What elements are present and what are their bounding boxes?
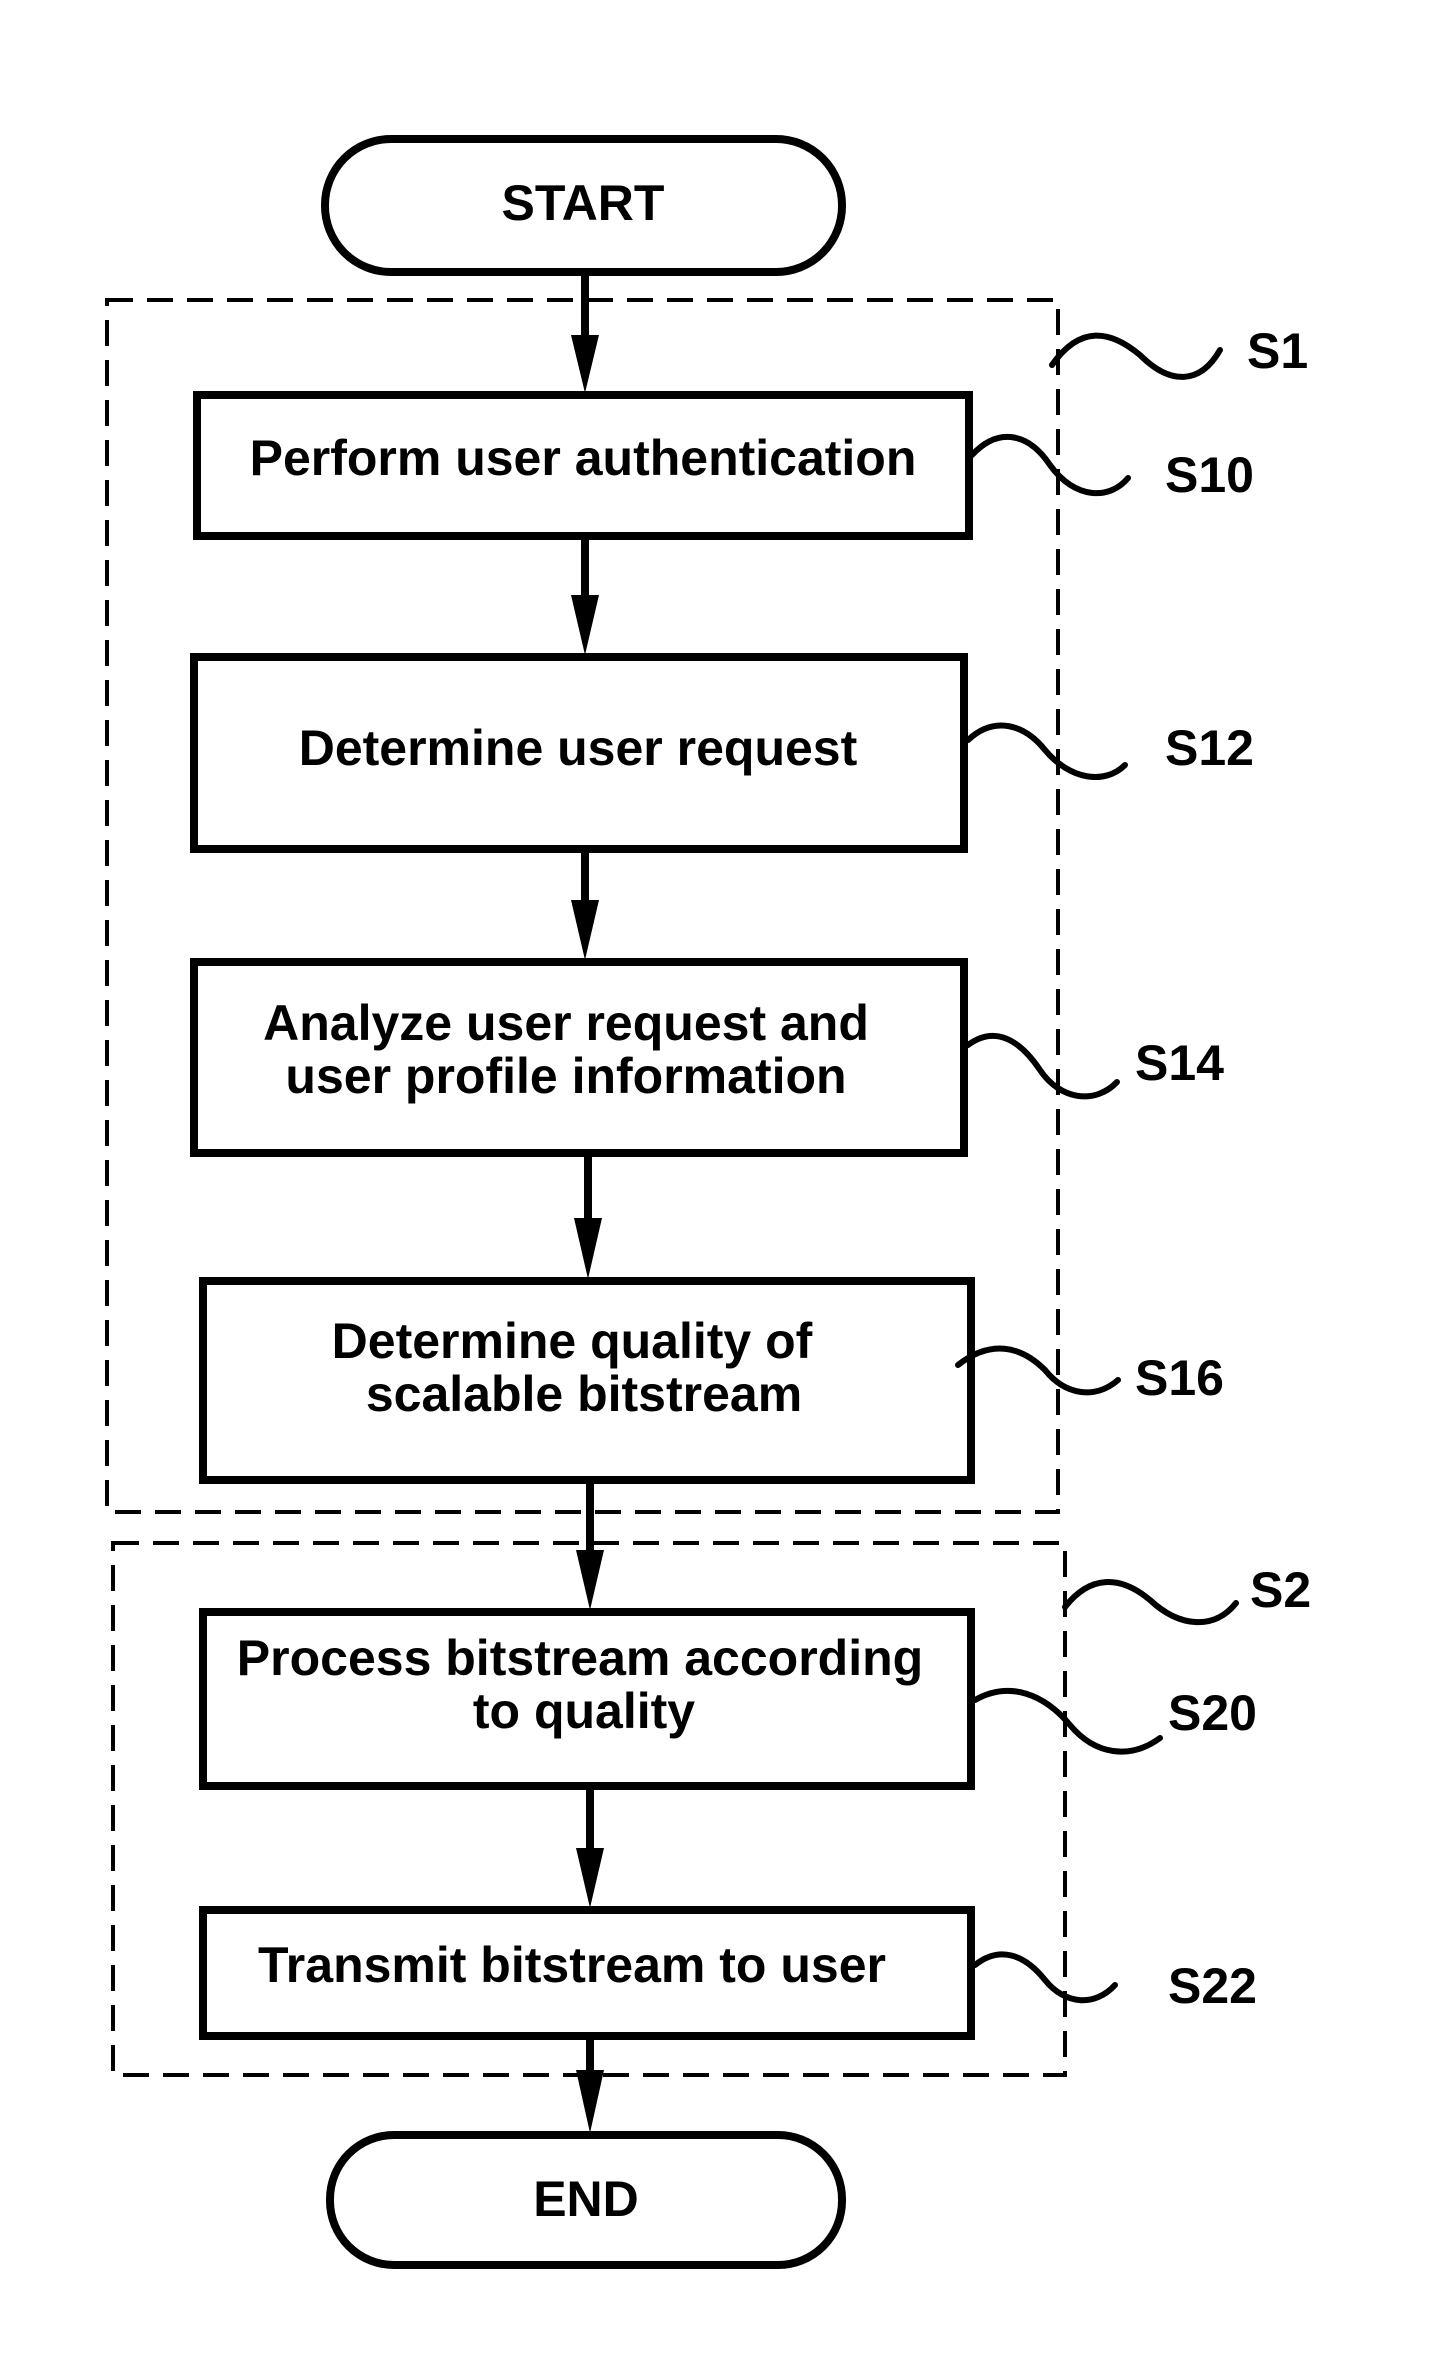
arrow-s20-to-s22 — [576, 1788, 604, 1908]
ref-label-s14: S14 — [1135, 1035, 1224, 1091]
ref-label-s12: S12 — [1165, 720, 1254, 776]
step-text-line: Determine user request — [299, 720, 858, 776]
step-s20: Process bitstream according to quality — [199, 1608, 975, 1790]
step-s22: Transmit bitstream to user — [199, 1906, 975, 2040]
step-text-line: Perform user authentication — [250, 430, 917, 486]
step-text-line: Process bitstream according — [237, 1630, 923, 1686]
end-label: END — [533, 2171, 639, 2227]
step-text-line: scalable bitstream — [366, 1366, 802, 1422]
step-text-line: to quality — [473, 1683, 695, 1739]
ref-label-s20: S20 — [1168, 1685, 1257, 1741]
step-text-line: user profile information — [285, 1048, 846, 1104]
leader-s14 — [965, 1032, 1120, 1100]
reference-leaders — [955, 332, 1239, 2004]
arrow-s16-to-s20 — [576, 1482, 604, 1610]
leader-s12 — [965, 722, 1128, 780]
arrow-s22-to-end — [576, 2038, 604, 2133]
step-text-line: Analyze user request and — [263, 995, 869, 1051]
ref-label-s16: S16 — [1135, 1350, 1224, 1406]
flowchart: START END Perform user authentication De… — [105, 135, 1311, 2269]
step-s10: Perform user authentication — [193, 391, 973, 540]
step-text-line: Determine quality of — [332, 1313, 813, 1369]
ref-label-s10: S10 — [1165, 447, 1254, 503]
leader-s16 — [955, 1345, 1121, 1396]
arrow-s12-to-s14 — [571, 850, 599, 960]
leader-s20 — [972, 1688, 1163, 1755]
leader-s1 — [1049, 332, 1223, 380]
step-s14: Analyze user request and user profile in… — [190, 958, 968, 1157]
ref-label-s1: S1 — [1247, 323, 1308, 379]
flow-arrows — [571, 272, 604, 2133]
step-s16: Determine quality of scalable bitstream — [199, 1277, 975, 1484]
arrow-start-to-s10 — [571, 272, 599, 393]
step-text-line: Transmit bitstream to user — [258, 1937, 886, 1993]
step-s12: Determine user request — [190, 653, 968, 853]
ref-label-s22: S22 — [1168, 1958, 1257, 2014]
arrow-s10-to-s12 — [571, 538, 599, 655]
leader-s2 — [1062, 1579, 1239, 1626]
leader-s22 — [972, 1951, 1118, 2004]
ref-label-s2: S2 — [1250, 1562, 1311, 1618]
start-label: START — [502, 175, 665, 231]
leader-s10 — [969, 434, 1131, 497]
arrow-s14-to-s16 — [574, 1155, 602, 1279]
